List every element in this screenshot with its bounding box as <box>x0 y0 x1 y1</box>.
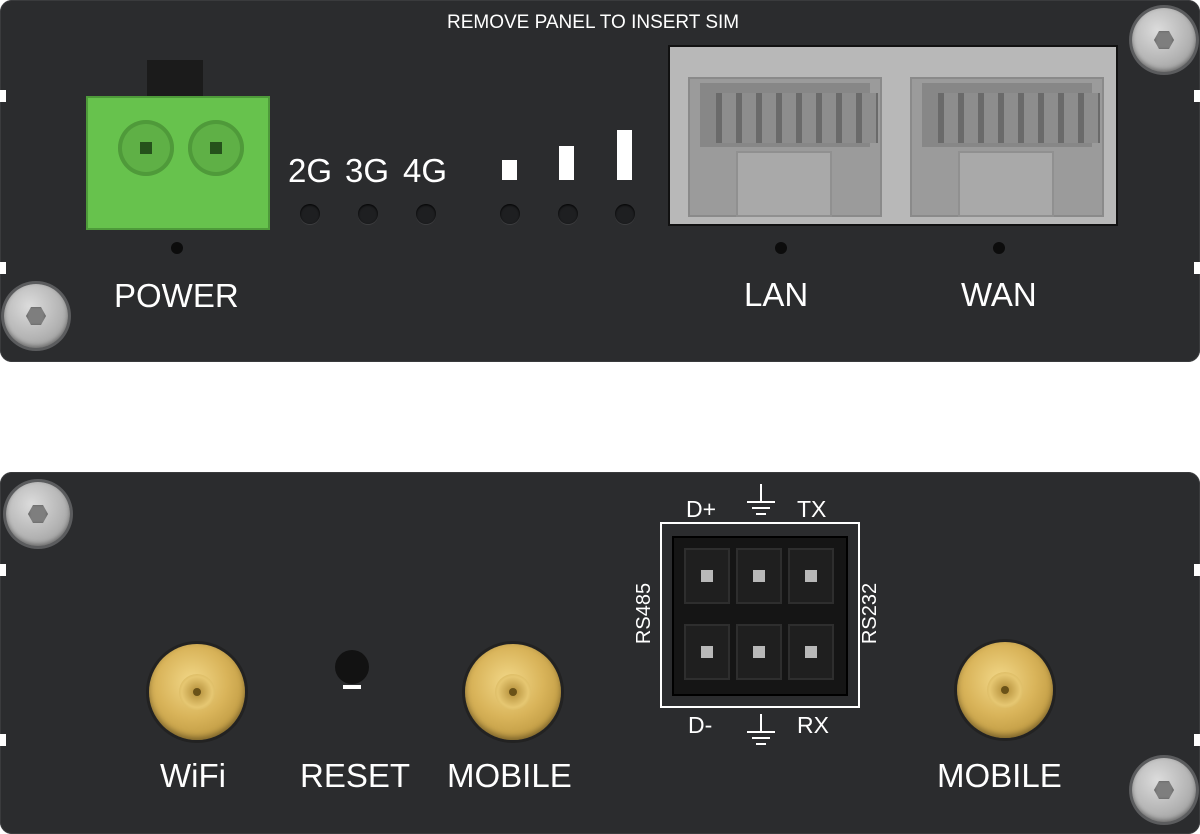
signal-bar-1-icon <box>502 160 517 180</box>
ground-icon <box>747 484 775 515</box>
wifi-label: WiFi <box>160 757 226 794</box>
rs232-label: RS232 <box>859 582 882 645</box>
panel-notch <box>0 734 6 746</box>
tx-label: TX <box>797 496 827 522</box>
serial-connector[interactable] <box>672 536 848 696</box>
reset-button[interactable] <box>335 650 369 684</box>
led-4g <box>416 204 436 224</box>
screw-icon <box>4 284 68 348</box>
panel-notch <box>0 90 6 102</box>
led-signal-1 <box>500 204 520 224</box>
ground-icon <box>747 714 775 745</box>
serial-pin <box>736 624 782 680</box>
led-signal-2 <box>558 204 578 224</box>
screw-icon <box>6 482 70 546</box>
led-3g <box>358 204 378 224</box>
wan-port[interactable] <box>910 77 1104 217</box>
d-plus-label: D+ <box>686 496 717 522</box>
back-panel: WiFi RESET MOBILE D+ TX RS485 RS232 D- R… <box>0 472 1200 834</box>
serial-pin <box>684 624 730 680</box>
network-label-2g: 2G <box>288 152 333 189</box>
panel-notch <box>1194 734 1200 746</box>
serial-pin <box>788 548 834 604</box>
panel-notch <box>1194 564 1200 576</box>
serial-pin <box>788 624 834 680</box>
rs485-label: RS485 <box>633 582 656 645</box>
wan-led <box>993 242 1005 254</box>
led-signal-3 <box>615 204 635 224</box>
power-connector[interactable] <box>86 96 270 230</box>
power-led <box>171 242 183 254</box>
panel-notch <box>0 262 6 274</box>
power-label: POWER <box>114 277 239 314</box>
screw-icon <box>1132 758 1196 822</box>
sim-notice: REMOVE PANEL TO INSERT SIM <box>447 12 740 33</box>
mobile-label-2: MOBILE <box>937 757 1062 794</box>
network-label-3g: 3G <box>345 152 390 189</box>
terminal-screw-icon <box>188 120 244 176</box>
front-panel: REMOVE PANEL TO INSERT SIM POWER 2G 3G 4… <box>0 0 1200 362</box>
panel-notch <box>0 564 6 576</box>
rx-label: RX <box>797 712 829 738</box>
power-connector-latch <box>147 60 203 98</box>
led-2g <box>300 204 320 224</box>
mobile-antenna-connector-2[interactable] <box>957 642 1053 738</box>
panel-notch <box>1194 90 1200 102</box>
wifi-antenna-connector[interactable] <box>149 644 245 740</box>
wan-label: WAN <box>961 276 1037 313</box>
signal-bar-3-icon <box>617 130 632 180</box>
serial-pin <box>684 548 730 604</box>
reset-label: RESET <box>300 757 411 794</box>
serial-pin <box>736 548 782 604</box>
screw-icon <box>1132 8 1196 72</box>
mobile-antenna-connector-1[interactable] <box>465 644 561 740</box>
signal-bar-2-icon <box>559 146 574 180</box>
lan-label: LAN <box>744 276 809 313</box>
panel-notch <box>1194 262 1200 274</box>
lan-led <box>775 242 787 254</box>
lan-port[interactable] <box>688 77 882 217</box>
reset-marker-icon <box>343 685 361 689</box>
mobile-label-1: MOBILE <box>447 757 572 794</box>
d-minus-label: D- <box>688 712 713 738</box>
network-label-4g: 4G <box>403 152 448 189</box>
terminal-screw-icon <box>118 120 174 176</box>
ethernet-block <box>668 45 1118 226</box>
